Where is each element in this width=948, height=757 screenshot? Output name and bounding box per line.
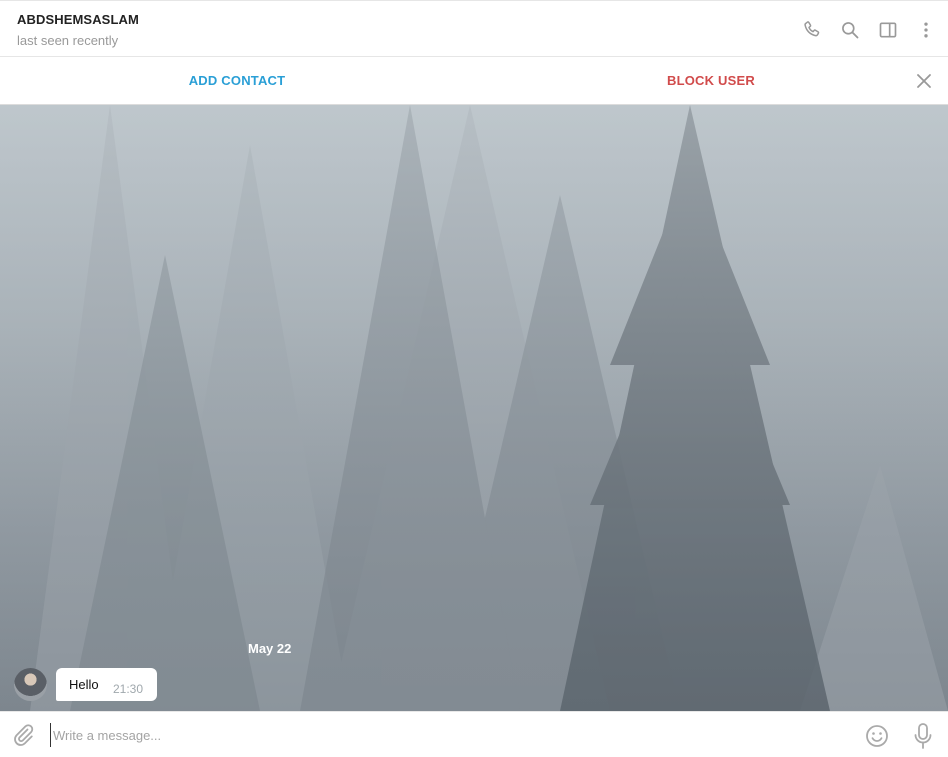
message-text: Hello [69,677,99,692]
emoji-icon[interactable] [864,723,890,749]
close-icon[interactable] [914,71,934,91]
contact-action-bar: ADD CONTACT BLOCK USER [0,57,948,105]
microphone-icon[interactable] [911,722,935,750]
paperclip-icon[interactable] [11,723,35,747]
chat-header: ABDSHEMSASLAM last seen recently [0,0,948,57]
message-input[interactable] [50,723,830,747]
add-contact-button[interactable]: ADD CONTACT [0,57,474,105]
message-list[interactable]: May 22 Hello 21:30 [0,105,948,711]
message-bubble[interactable]: Hello 21:30 [56,668,157,701]
date-separator: May 22 [248,641,292,656]
block-user-button[interactable]: BLOCK USER [474,57,948,105]
search-icon[interactable] [838,18,862,42]
wallpaper-image [0,105,948,711]
peer-name[interactable]: ABDSHEMSASLAM [17,12,139,27]
header-actions [786,17,938,43]
message-composer [0,711,948,757]
avatar[interactable] [14,668,47,701]
phone-icon[interactable] [800,18,824,42]
more-vertical-icon[interactable] [914,18,938,42]
message-time: 21:30 [113,682,144,696]
peer-status: last seen recently [17,33,119,48]
sidebar-toggle-icon[interactable] [876,18,900,42]
chat-window: ABDSHEMSASLAM last seen recently ADD CON… [0,0,948,757]
